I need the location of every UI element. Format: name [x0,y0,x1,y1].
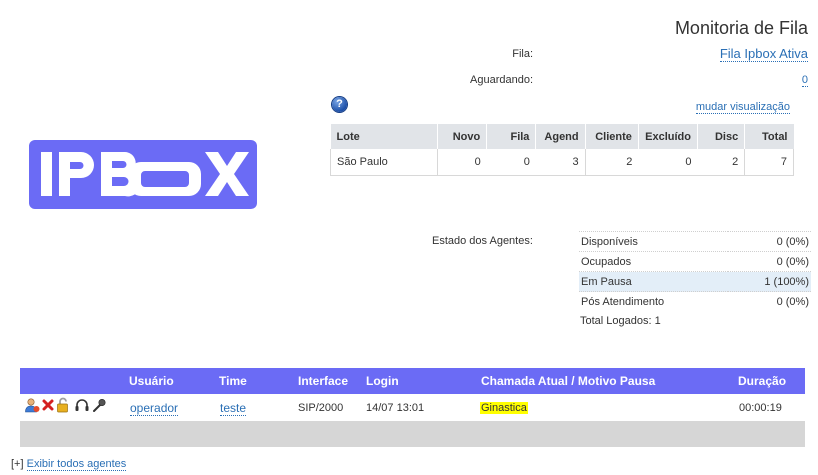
table-row: São Paulo 0 0 3 2 0 2 7 [330,149,794,176]
status-name: Pós Atendimento [579,291,728,311]
waiting-label: Aguardando: [470,74,533,86]
agent-duration: 00:00:19 [739,402,782,414]
page-title: Monitoria de Fila [674,18,808,38]
column-header-excluido: Excluído [637,124,698,149]
lote-disc: 2 [697,149,745,176]
lote-cliente: 2 [584,149,639,176]
status-value: 1 (100%) [727,271,811,292]
column-header-interface: Interface [298,374,349,388]
agents-status-row-highlighted: Em Pausa 1 (100%) [579,271,811,292]
lote-novo: 0 [436,149,487,176]
agents-status-row: Disponíveis 0 (0%) [579,231,811,252]
lote-table-header: Lote Novo Fila Agend Cliente Excluído Di… [330,124,794,149]
table-row: operador teste SIP/2000 14/07 13:01 Gina… [20,394,805,421]
remove-icon[interactable] [40,397,56,413]
agent-login-time: 14/07 13:01 [366,402,425,414]
column-header-user: Usuário [129,374,174,388]
lote-name: São Paulo [330,149,438,176]
column-header-cliente: Cliente [584,124,639,149]
help-icon[interactable]: ? [332,97,347,112]
agent-user-link[interactable]: operador [130,401,179,416]
queue-link[interactable]: Fila Ipbox Ativa [719,46,808,62]
lote-excluido: 0 [638,149,698,176]
column-header-login: Login [366,374,399,388]
lote-fila: 0 [486,149,536,176]
logo-letter-i [41,152,52,196]
column-header-duration: Duração [738,374,787,388]
user-icon[interactable] [24,397,40,413]
agent-list-header: Usuário Time Interface Login Chamada Atu… [20,368,805,394]
microphone-icon[interactable] [91,397,107,413]
agent-team-link[interactable]: teste [220,401,247,416]
column-header-total: Total [744,124,794,149]
total-logged: Total Logados: 1 [580,315,661,327]
column-header-current-call: Chamada Atual / Motivo Pausa [481,374,656,388]
agents-status-row: Pós Atendimento 0 (0%) [579,291,811,311]
show-all-agents-link[interactable]: Exibir todos agentes [26,458,127,471]
queue-label: Fila: [512,48,533,60]
status-value: 0 (0%) [727,251,811,272]
show-all-agents[interactable]: [+] Exibir todos agentes [11,458,127,471]
column-header-team: Time [219,374,247,388]
ipbox-logo-graphic [41,152,249,197]
agents-status-table: Disponíveis 0 (0%) Ocupados 0 (0%) Em Pa… [579,231,811,311]
lote-table: Lote Novo Fila Agend Cliente Excluído Di… [330,124,794,176]
column-header-novo: Novo [436,124,487,149]
agent-pause-reason: Ginastica [480,402,528,414]
agents-status-label: Estado dos Agentes: [432,235,533,247]
column-header-agend: Agend [535,124,586,149]
logo-letter-p [59,152,94,196]
status-name: Ocupados [579,251,728,272]
status-value: 0 (0%) [727,291,811,311]
waiting-count-link[interactable]: 0 [801,74,808,87]
unlock-icon[interactable] [55,397,71,413]
logo-letter-x [205,152,249,196]
expand-marker: [+] [11,458,24,470]
agents-status-row: Ocupados 0 (0%) [579,251,811,272]
agent-detail-row [20,421,805,447]
column-header-fila: Fila [486,124,536,149]
column-header-disc: Disc [696,124,745,149]
headset-icon[interactable] [74,397,90,413]
status-value: 0 (0%) [727,231,811,252]
lote-agend: 3 [535,149,586,176]
agent-interface: SIP/2000 [298,402,344,414]
ipbox-logo [29,140,257,209]
logo-letter-o [129,162,201,196]
column-header-lote: Lote [330,124,438,149]
status-name: Disponíveis [579,231,728,252]
lote-total: 7 [744,149,794,176]
status-name: Em Pausa [579,271,728,292]
change-view-link[interactable]: mudar visualização [695,101,790,114]
